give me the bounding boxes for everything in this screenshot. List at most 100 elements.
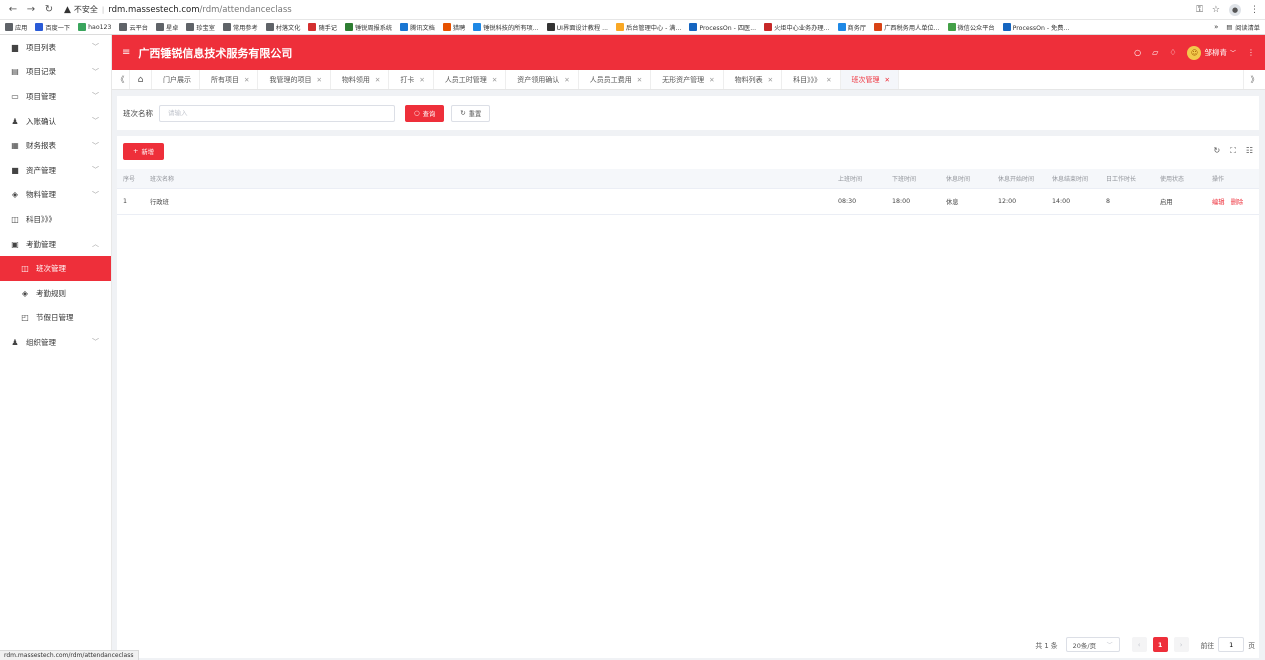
bookmark-item[interactable]: 云平台 bbox=[119, 23, 148, 32]
sidebar-item-entry-confirm[interactable]: ♟ 入账确认 ﹀ bbox=[0, 109, 111, 134]
tabs-scroll-right-icon[interactable]: 》 bbox=[1243, 70, 1265, 89]
bookmarks-more-icon[interactable]: » bbox=[1214, 23, 1218, 31]
bookmark-item[interactable]: 珍宝室 bbox=[186, 23, 215, 32]
tab-item[interactable]: 班次管理 ✕ bbox=[840, 70, 899, 89]
bookmark-item[interactable]: 应用 bbox=[5, 23, 27, 32]
query-button[interactable]: ○ 查询 bbox=[405, 104, 445, 122]
close-icon[interactable]: ✕ bbox=[492, 76, 497, 84]
reading-list[interactable]: 阅读清单 bbox=[1235, 23, 1260, 32]
sidebar-item-attendance-rule[interactable]: ◈ 考勤规则 bbox=[0, 281, 111, 306]
bookmark-item[interactable]: 广西税务用人单位... bbox=[874, 23, 940, 32]
key-icon[interactable]: ⚿ bbox=[1196, 5, 1203, 15]
tab-item[interactable]: 物料列表 ✕ bbox=[724, 70, 783, 89]
prev-page-button[interactable]: ‹ bbox=[1131, 637, 1147, 652]
app-title: 广西锤锐信息技术服务有限公司 bbox=[138, 46, 293, 60]
close-icon[interactable]: ✕ bbox=[564, 76, 569, 84]
bookmark-item[interactable]: ProcessOn - 四医... bbox=[689, 23, 756, 32]
bookmark-item[interactable]: 微信公众平台 bbox=[947, 23, 995, 32]
address-bar[interactable]: rdm.massestech.com/rdm/attendanceclass bbox=[108, 5, 291, 15]
bookmark-item[interactable]: 常用参考 bbox=[222, 23, 258, 32]
bookmark-item[interactable]: 随手记 bbox=[308, 23, 337, 32]
column-header: 班次名称 bbox=[144, 169, 832, 189]
edit-link[interactable]: 编辑 bbox=[1212, 199, 1225, 206]
tabs-scroll-left-icon[interactable]: 《 bbox=[112, 70, 130, 89]
page-size-select[interactable]: 20条/页 ﹀ bbox=[1065, 637, 1120, 652]
delete-link[interactable]: 删除 bbox=[1231, 199, 1244, 206]
reset-button[interactable]: ↻ 重置 bbox=[451, 104, 491, 122]
goto-page-input[interactable] bbox=[1218, 637, 1245, 652]
next-page-button[interactable]: › bbox=[1173, 637, 1189, 652]
sidebar-item-subject[interactable]: ◫ 科目》》》 bbox=[0, 207, 111, 232]
bookmark-item[interactable]: 商务厅 bbox=[837, 23, 866, 32]
sidebar-item-attendance[interactable]: ▣ 考勤管理 ︿ bbox=[0, 232, 111, 257]
add-button[interactable]: + 新增 bbox=[123, 142, 165, 160]
close-icon[interactable]: ✕ bbox=[244, 76, 249, 84]
close-icon[interactable]: ✕ bbox=[419, 76, 424, 84]
reading-list-icon[interactable]: ▤ bbox=[1226, 24, 1232, 31]
sidebar-item-material-manage[interactable]: ◈ 物料管理 ﹀ bbox=[0, 183, 111, 208]
tab-item[interactable]: 所有项目 ✕ bbox=[200, 70, 259, 89]
bookmark-item[interactable]: hao123 bbox=[78, 23, 111, 31]
page-number-current[interactable]: 1 bbox=[1152, 637, 1168, 652]
refresh-icon[interactable]: ↻ bbox=[1214, 146, 1221, 156]
tab-item[interactable]: 人员员工费用 ✕ bbox=[579, 70, 652, 89]
close-icon[interactable]: ✕ bbox=[826, 76, 831, 84]
bookmark-icon bbox=[616, 23, 625, 31]
bookmark-item[interactable]: 后台管理中心 - 满... bbox=[616, 23, 681, 32]
bookmark-item[interactable]: 火炬中心业务办理... bbox=[764, 23, 830, 32]
message-icon[interactable]: ▱ bbox=[1152, 48, 1158, 57]
fullscreen-icon[interactable]: ⛶ bbox=[1230, 146, 1236, 156]
bookmark-item[interactable]: 锤锐科技的所有项... bbox=[473, 23, 539, 32]
close-icon[interactable]: ✕ bbox=[768, 76, 773, 84]
tab-item[interactable]: 资产领用确认 ✕ bbox=[506, 70, 579, 89]
forward-icon[interactable]: → bbox=[24, 3, 38, 17]
tab-item[interactable]: 门户展示 bbox=[152, 70, 200, 89]
close-icon[interactable]: ✕ bbox=[375, 76, 380, 84]
more-vertical-icon[interactable]: ⋮ bbox=[1247, 48, 1255, 57]
sidebar-item-org-manage[interactable]: ♟ 组织管理 ﹀ bbox=[0, 330, 111, 355]
sidebar-item-project-manage[interactable]: ▭ 项目管理 ﹀ bbox=[0, 84, 111, 109]
close-icon[interactable]: ✕ bbox=[885, 76, 890, 84]
tab-item[interactable]: 人员工时管理 ✕ bbox=[434, 70, 507, 89]
search-icon[interactable]: ○ bbox=[1134, 48, 1141, 57]
bookmark-item[interactable]: UI界面设计教程 ... bbox=[546, 23, 608, 32]
column-settings-icon[interactable]: ☷ bbox=[1246, 146, 1253, 156]
refresh-icon: ↻ bbox=[460, 109, 466, 117]
tab-item[interactable]: 物料领用 ✕ bbox=[331, 70, 390, 89]
sidebar-item-label: 节假日管理 bbox=[36, 313, 74, 323]
close-icon[interactable]: ✕ bbox=[637, 76, 642, 84]
insecure-indicator[interactable]: ▲ 不安全 bbox=[64, 4, 98, 15]
tab-item[interactable]: 打卡 ✕ bbox=[389, 70, 434, 89]
bookmark-item[interactable]: 猎聘 bbox=[442, 23, 465, 32]
user-menu[interactable]: ☺ 邹柳青 ﹀ bbox=[1187, 45, 1236, 60]
close-icon[interactable]: ✕ bbox=[709, 76, 714, 84]
bookmark-icon bbox=[1002, 23, 1011, 31]
back-icon[interactable]: ← bbox=[6, 3, 20, 17]
home-icon[interactable]: ⌂ bbox=[130, 70, 152, 89]
bookmark-item[interactable]: 村落文化 bbox=[265, 23, 300, 32]
sidebar-item-project-record[interactable]: ▤ 项目记录 ﹀ bbox=[0, 60, 111, 85]
pagination: 共 1 条 20条/页 ﹀ ‹ 1 › 前往 页 bbox=[1035, 637, 1255, 652]
sidebar-item-shift-manage[interactable]: ◫ 班次管理 bbox=[0, 256, 111, 281]
tab-item[interactable]: 科目》》》 ✕ bbox=[782, 70, 841, 89]
profile-avatar-icon[interactable]: ● bbox=[1229, 3, 1241, 16]
sidebar-item-project-list[interactable]: ▆ 项目列表 ﹀ bbox=[0, 35, 111, 60]
close-icon[interactable]: ✕ bbox=[316, 76, 321, 84]
bookmark-item[interactable]: 星卓 bbox=[156, 23, 178, 32]
reload-icon[interactable]: ↻ bbox=[42, 3, 56, 17]
star-icon[interactable]: ☆ bbox=[1212, 5, 1220, 15]
tab-item[interactable]: 我管理的项目 ✕ bbox=[258, 70, 331, 89]
sidebar-item-holiday-manage[interactable]: ◰ 节假日管理 bbox=[0, 306, 111, 331]
sidebar-item-finance-report[interactable]: ▦ 财务报表 ﹀ bbox=[0, 133, 111, 158]
bookmark-item[interactable]: 百度一下 bbox=[35, 23, 70, 32]
bookmark-icon bbox=[35, 23, 44, 31]
menu-toggle-icon[interactable]: ≡ bbox=[122, 47, 130, 58]
shift-name-input[interactable] bbox=[159, 104, 395, 122]
bookmark-item[interactable]: 锤锐周报系统 bbox=[345, 23, 392, 32]
bell-icon[interactable]: ♢ bbox=[1169, 48, 1176, 57]
bookmark-item[interactable]: ProcessOn - 免费... bbox=[1002, 23, 1069, 32]
sidebar-item-asset-manage[interactable]: ■ 资产管理 ﹀ bbox=[0, 158, 111, 183]
bookmark-item[interactable]: 腾讯文档 bbox=[400, 23, 435, 32]
tab-item[interactable]: 无形资产管理 ✕ bbox=[651, 70, 724, 89]
more-menu-icon[interactable]: ⋮ bbox=[1250, 5, 1259, 15]
